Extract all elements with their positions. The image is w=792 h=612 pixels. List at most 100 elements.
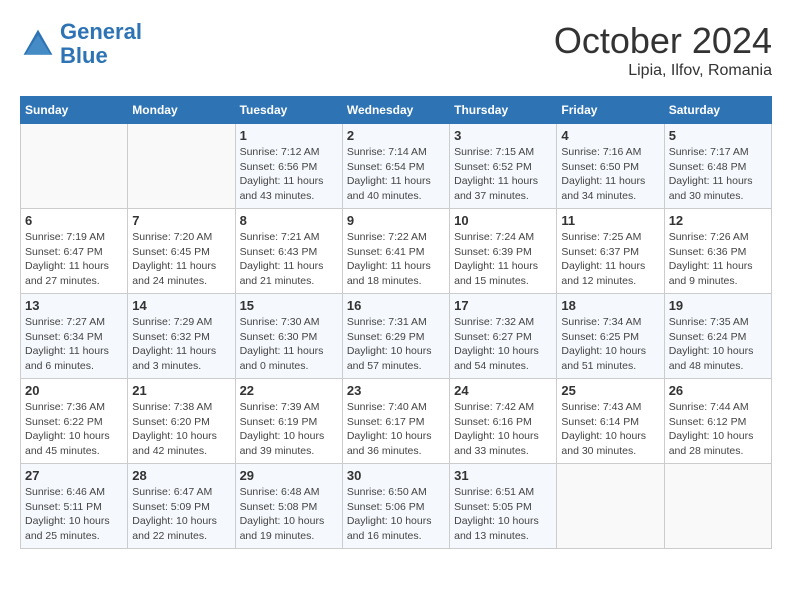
weekday-header: Tuesday <box>235 97 342 124</box>
day-info: Sunrise: 7:15 AM Sunset: 6:52 PM Dayligh… <box>454 145 552 204</box>
calendar-cell: 12 Sunrise: 7:26 AM Sunset: 6:36 PM Dayli… <box>664 209 771 294</box>
day-number: 21 <box>132 383 230 398</box>
calendar-cell: 6 Sunrise: 7:19 AM Sunset: 6:47 PM Daylig… <box>21 209 128 294</box>
day-number: 20 <box>25 383 123 398</box>
day-number: 7 <box>132 213 230 228</box>
calendar-cell: 27Sunrise: 6:46 AM Sunset: 5:11 PM Dayli… <box>21 464 128 549</box>
calendar-cell: 25Sunrise: 7:43 AM Sunset: 6:14 PM Dayli… <box>557 379 664 464</box>
calendar-cell <box>21 124 128 209</box>
day-number: 8 <box>240 213 338 228</box>
day-info: Sunrise: 7:19 AM Sunset: 6:47 PM Dayligh… <box>25 230 123 289</box>
day-info: Sunrise: 7:40 AM Sunset: 6:17 PM Dayligh… <box>347 400 445 459</box>
weekday-header: Wednesday <box>342 97 449 124</box>
day-number: 10 <box>454 213 552 228</box>
day-number: 6 <box>25 213 123 228</box>
day-info: Sunrise: 7:30 AM Sunset: 6:30 PM Dayligh… <box>240 315 338 374</box>
day-number: 31 <box>454 468 552 483</box>
day-info: Sunrise: 7:21 AM Sunset: 6:43 PM Dayligh… <box>240 230 338 289</box>
month-title: October 2024 <box>554 20 772 62</box>
day-number: 11 <box>561 213 659 228</box>
calendar-cell: 11 Sunrise: 7:25 AM Sunset: 6:37 PM Dayli… <box>557 209 664 294</box>
title-area: October 2024 Lipia, Ilfov, Romania <box>554 20 772 80</box>
calendar-week-row: 13 Sunrise: 7:27 AM Sunset: 6:34 PM Dayli… <box>21 294 772 379</box>
day-info: Sunrise: 7:29 AM Sunset: 6:32 PM Dayligh… <box>132 315 230 374</box>
day-info: Sunrise: 6:51 AM Sunset: 5:05 PM Dayligh… <box>454 485 552 544</box>
calendar-cell <box>557 464 664 549</box>
calendar-cell: 8 Sunrise: 7:21 AM Sunset: 6:43 PM Daylig… <box>235 209 342 294</box>
logo-icon <box>20 26 56 62</box>
calendar-cell: 28 Sunrise: 6:47 AM Sunset: 5:09 PM Dayli… <box>128 464 235 549</box>
day-number: 1 <box>240 128 338 143</box>
day-info: Sunrise: 7:24 AM Sunset: 6:39 PM Dayligh… <box>454 230 552 289</box>
calendar-cell: 5 Sunrise: 7:17 AM Sunset: 6:48 PM Daylig… <box>664 124 771 209</box>
weekday-header: Sunday <box>21 97 128 124</box>
logo-text: General Blue <box>60 20 142 68</box>
day-number: 23 <box>347 383 445 398</box>
day-number: 30 <box>347 468 445 483</box>
logo-line1: General <box>60 19 142 44</box>
day-number: 27 <box>25 468 123 483</box>
day-number: 13 <box>25 298 123 313</box>
day-info: Sunrise: 7:12 AM Sunset: 6:56 PM Dayligh… <box>240 145 338 204</box>
day-info: Sunrise: 7:31 AM Sunset: 6:29 PM Dayligh… <box>347 315 445 374</box>
day-info: Sunrise: 7:27 AM Sunset: 6:34 PM Dayligh… <box>25 315 123 374</box>
day-number: 5 <box>669 128 767 143</box>
day-number: 19 <box>669 298 767 313</box>
calendar-week-row: 6 Sunrise: 7:19 AM Sunset: 6:47 PM Daylig… <box>21 209 772 294</box>
day-info: Sunrise: 6:47 AM Sunset: 5:09 PM Dayligh… <box>132 485 230 544</box>
day-info: Sunrise: 7:25 AM Sunset: 6:37 PM Dayligh… <box>561 230 659 289</box>
weekday-header: Saturday <box>664 97 771 124</box>
calendar-cell: 9 Sunrise: 7:22 AM Sunset: 6:41 PM Daylig… <box>342 209 449 294</box>
location-title: Lipia, Ilfov, Romania <box>554 62 772 80</box>
calendar-cell: 29Sunrise: 6:48 AM Sunset: 5:08 PM Dayli… <box>235 464 342 549</box>
calendar-cell: 30 Sunrise: 6:50 AM Sunset: 5:06 PM Dayli… <box>342 464 449 549</box>
calendar-cell: 31 Sunrise: 6:51 AM Sunset: 5:05 PM Dayli… <box>450 464 557 549</box>
calendar-cell: 13 Sunrise: 7:27 AM Sunset: 6:34 PM Dayli… <box>21 294 128 379</box>
day-info: Sunrise: 7:16 AM Sunset: 6:50 PM Dayligh… <box>561 145 659 204</box>
calendar-cell: 23 Sunrise: 7:40 AM Sunset: 6:17 PM Dayli… <box>342 379 449 464</box>
calendar-cell: 14 Sunrise: 7:29 AM Sunset: 6:32 PM Dayli… <box>128 294 235 379</box>
day-number: 28 <box>132 468 230 483</box>
calendar-week-row: 27Sunrise: 6:46 AM Sunset: 5:11 PM Dayli… <box>21 464 772 549</box>
day-info: Sunrise: 7:38 AM Sunset: 6:20 PM Dayligh… <box>132 400 230 459</box>
calendar-cell: 18Sunrise: 7:34 AM Sunset: 6:25 PM Dayli… <box>557 294 664 379</box>
calendar-week-row: 20 Sunrise: 7:36 AM Sunset: 6:22 PM Dayli… <box>21 379 772 464</box>
day-number: 14 <box>132 298 230 313</box>
day-number: 2 <box>347 128 445 143</box>
header: General Blue October 2024 Lipia, Ilfov, … <box>20 20 772 80</box>
weekday-header: Friday <box>557 97 664 124</box>
day-info: Sunrise: 7:22 AM Sunset: 6:41 PM Dayligh… <box>347 230 445 289</box>
day-number: 24 <box>454 383 552 398</box>
day-number: 26 <box>669 383 767 398</box>
day-info: Sunrise: 6:48 AM Sunset: 5:08 PM Dayligh… <box>240 485 338 544</box>
calendar-cell: 15Sunrise: 7:30 AM Sunset: 6:30 PM Dayli… <box>235 294 342 379</box>
day-info: Sunrise: 6:50 AM Sunset: 5:06 PM Dayligh… <box>347 485 445 544</box>
calendar-cell: 16Sunrise: 7:31 AM Sunset: 6:29 PM Dayli… <box>342 294 449 379</box>
day-info: Sunrise: 7:36 AM Sunset: 6:22 PM Dayligh… <box>25 400 123 459</box>
calendar-cell: 22Sunrise: 7:39 AM Sunset: 6:19 PM Dayli… <box>235 379 342 464</box>
day-info: Sunrise: 7:20 AM Sunset: 6:45 PM Dayligh… <box>132 230 230 289</box>
day-info: Sunrise: 7:14 AM Sunset: 6:54 PM Dayligh… <box>347 145 445 204</box>
calendar-cell: 2 Sunrise: 7:14 AM Sunset: 6:54 PM Daylig… <box>342 124 449 209</box>
calendar-cell: 3 Sunrise: 7:15 AM Sunset: 6:52 PM Daylig… <box>450 124 557 209</box>
day-info: Sunrise: 7:17 AM Sunset: 6:48 PM Dayligh… <box>669 145 767 204</box>
day-number: 18 <box>561 298 659 313</box>
day-number: 12 <box>669 213 767 228</box>
calendar-cell: 1 Sunrise: 7:12 AM Sunset: 6:56 PM Daylig… <box>235 124 342 209</box>
day-number: 9 <box>347 213 445 228</box>
weekday-header: Thursday <box>450 97 557 124</box>
day-number: 3 <box>454 128 552 143</box>
weekday-header: Monday <box>128 97 235 124</box>
calendar-cell: 4Sunrise: 7:16 AM Sunset: 6:50 PM Daylig… <box>557 124 664 209</box>
calendar-cell: 24Sunrise: 7:42 AM Sunset: 6:16 PM Dayli… <box>450 379 557 464</box>
calendar-week-row: 1 Sunrise: 7:12 AM Sunset: 6:56 PM Daylig… <box>21 124 772 209</box>
calendar-cell: 20 Sunrise: 7:36 AM Sunset: 6:22 PM Dayli… <box>21 379 128 464</box>
day-number: 22 <box>240 383 338 398</box>
calendar-cell <box>128 124 235 209</box>
day-info: Sunrise: 7:26 AM Sunset: 6:36 PM Dayligh… <box>669 230 767 289</box>
calendar-table: SundayMondayTuesdayWednesdayThursdayFrid… <box>20 96 772 549</box>
day-info: Sunrise: 7:44 AM Sunset: 6:12 PM Dayligh… <box>669 400 767 459</box>
calendar-cell <box>664 464 771 549</box>
day-info: Sunrise: 7:32 AM Sunset: 6:27 PM Dayligh… <box>454 315 552 374</box>
day-info: Sunrise: 7:35 AM Sunset: 6:24 PM Dayligh… <box>669 315 767 374</box>
